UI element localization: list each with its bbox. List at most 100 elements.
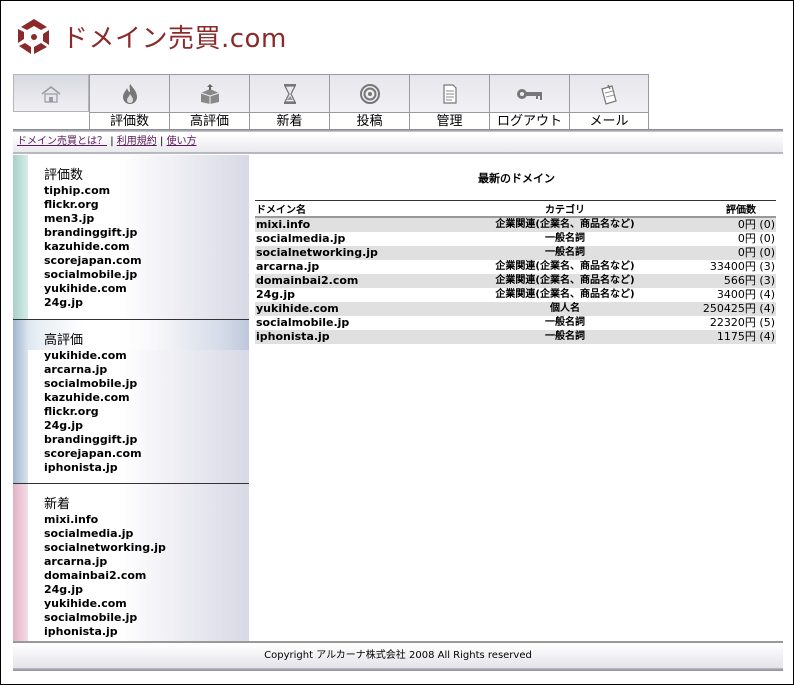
domain-link[interactable]: tiphip.com: [44, 184, 142, 198]
footer: Copyright アルカーナ株式会社 2008 All Rights rese…: [13, 644, 783, 668]
section-title: 高評価: [44, 333, 84, 348]
main-nav: 評価数 高評価 新着 投稿 管理 ログアウト メール: [13, 74, 649, 130]
domain-link[interactable]: arcarna.jp: [44, 363, 142, 377]
sidebar-section-high-rating: 高評価 yukihide.com arcarna.jp socialmobile…: [13, 319, 249, 483]
subnav-divider: [13, 152, 783, 154]
domain-cell[interactable]: iphonista.jp: [255, 330, 455, 344]
section-stripe: [13, 155, 28, 319]
domain-link[interactable]: iphonista.jp: [44, 625, 166, 639]
table-row: arcarna.jp 企業関連(企業名、商品名など) 33400円 (3): [255, 260, 776, 274]
rating-cell: 1175円 (4): [675, 330, 776, 344]
domain-cell[interactable]: socialnetworking.jp: [255, 246, 455, 260]
domain-link[interactable]: socialmedia.jp: [44, 527, 166, 541]
table-header-row: ドメイン名 カテゴリ 評価数: [255, 200, 776, 218]
sidebar-section-rating-count: 評価数 tiphip.com flickr.org men3.jp brandi…: [13, 155, 249, 319]
tab-label: 高評価: [170, 112, 249, 130]
section-stripe: [13, 484, 28, 641]
domain-link[interactable]: kazuhide.com: [44, 391, 142, 405]
category-cell: 一般名詞: [545, 317, 585, 328]
domain-cell[interactable]: yukihide.com: [255, 302, 455, 316]
main-content: 最新のドメイン ドメイン名 カテゴリ 評価数 mixi.info 企業関連(企業…: [250, 155, 783, 641]
key-icon: [516, 89, 542, 100]
hourglass-icon: [283, 84, 296, 104]
rating-cell: 33400円 (3): [709, 260, 775, 273]
domain-link[interactable]: arcarna.jp: [44, 555, 166, 569]
flame-icon: [122, 84, 137, 104]
category-cell: 企業関連(企業名、商品名など): [455, 217, 675, 232]
tab-mail[interactable]: メール: [569, 74, 649, 130]
domain-list: yukihide.com arcarna.jp socialmobile.jp …: [44, 349, 142, 475]
site-title: ドメイン売買.com: [62, 23, 287, 54]
tab-label: 評価数: [90, 112, 169, 130]
sub-nav: ドメイン売買とは？ | 利用規約 | 使い方: [13, 134, 783, 152]
latest-domains-table: ドメイン名 カテゴリ 評価数 mixi.info 企業関連(企業名、商品名など)…: [255, 200, 776, 344]
domain-link[interactable]: brandinggift.jp: [44, 433, 142, 447]
site-logo[interactable]: ドメイン売買.com: [14, 14, 287, 58]
category-cell: 企業関連(企業名、商品名など): [495, 289, 635, 300]
nav-divider: [13, 129, 783, 132]
domain-list: mixi.info socialmedia.jp socialnetworkin…: [44, 513, 166, 639]
domain-link[interactable]: mixi.info: [44, 513, 166, 527]
document-icon: [442, 84, 457, 104]
domain-link[interactable]: scorejapan.com: [44, 447, 142, 461]
link-about[interactable]: ドメイン売買とは？: [17, 136, 107, 147]
section-title: 評価数: [44, 168, 84, 183]
table-row: domainbai2.com 企業関連(企業名、商品名など) 566円 (3): [255, 274, 776, 288]
footer-divider: [13, 641, 783, 643]
column-header-domain: ドメイン名: [255, 200, 455, 218]
target-icon: [359, 84, 380, 104]
domain-link[interactable]: socialmobile.jp: [44, 611, 166, 625]
domain-link[interactable]: brandinggift.jp: [44, 226, 142, 240]
rating-cell: 0円 (0): [675, 217, 776, 232]
tab-rating-count[interactable]: 評価数: [89, 74, 169, 130]
rating-cell: 22320円 (5): [709, 316, 775, 329]
domain-cell[interactable]: arcarna.jp: [255, 260, 455, 274]
column-header-category: カテゴリ: [455, 200, 675, 218]
link-howto[interactable]: 使い方: [167, 136, 197, 147]
domain-cell[interactable]: mixi.info: [255, 217, 455, 232]
link-terms[interactable]: 利用規約: [117, 136, 157, 147]
sidebar-section-new: 新着 mixi.info socialmedia.jp socialnetwor…: [13, 483, 249, 641]
domain-link[interactable]: men3.jp: [44, 212, 142, 226]
domain-link[interactable]: yukihide.com: [44, 282, 142, 296]
sidebar: 評価数 tiphip.com flickr.org men3.jp brandi…: [13, 155, 249, 641]
domain-cell[interactable]: socialmobile.jp: [255, 316, 455, 330]
rating-cell: 0円 (0): [737, 232, 775, 245]
copyright-text: Copyright アルカーナ株式会社 2008 All Rights rese…: [264, 650, 532, 661]
table-row: socialmobile.jp 一般名詞 22320円 (5): [255, 316, 776, 330]
tab-new[interactable]: 新着: [249, 74, 329, 130]
domain-link[interactable]: flickr.org: [44, 405, 142, 419]
domain-link[interactable]: flickr.org: [44, 198, 142, 212]
tab-high-rating[interactable]: 高評価: [169, 74, 249, 130]
tab-post[interactable]: 投稿: [329, 74, 409, 130]
note-icon: [601, 84, 617, 105]
domain-link[interactable]: 24g.jp: [44, 296, 142, 310]
domain-link[interactable]: socialnetworking.jp: [44, 541, 166, 555]
recycle-logo-icon: [18, 19, 49, 54]
tab-home[interactable]: [13, 74, 89, 112]
table-row: socialmedia.jp 一般名詞 0円 (0): [255, 232, 776, 246]
domain-link[interactable]: iphonista.jp: [44, 461, 142, 475]
domain-cell[interactable]: 24g.jp: [255, 288, 455, 302]
tab-label: 投稿: [330, 112, 409, 130]
domain-link[interactable]: scorejapan.com: [44, 254, 142, 268]
domain-link[interactable]: domainbai2.com: [44, 569, 166, 583]
table-row: iphonista.jp 一般名詞 1175円 (4): [255, 330, 776, 344]
domain-link[interactable]: yukihide.com: [44, 597, 166, 611]
page-title: 最新のドメイン: [478, 172, 555, 185]
domain-link[interactable]: 24g.jp: [44, 419, 142, 433]
domain-link[interactable]: yukihide.com: [44, 349, 142, 363]
tab-manage[interactable]: 管理: [409, 74, 489, 130]
category-cell: 個人名: [455, 302, 675, 316]
domain-link[interactable]: socialmobile.jp: [44, 377, 142, 391]
rating-cell: 250425円 (4): [675, 302, 776, 316]
tab-label: 管理: [410, 112, 489, 130]
table-row: yukihide.com 個人名 250425円 (4): [255, 302, 776, 316]
domain-cell[interactable]: socialmedia.jp: [255, 232, 455, 246]
domain-link[interactable]: socialmobile.jp: [44, 268, 142, 282]
rating-cell: 0円 (0): [675, 246, 776, 260]
tab-logout[interactable]: ログアウト: [489, 74, 569, 130]
domain-link[interactable]: 24g.jp: [44, 583, 166, 597]
domain-link[interactable]: kazuhide.com: [44, 240, 142, 254]
domain-cell[interactable]: domainbai2.com: [255, 274, 455, 288]
